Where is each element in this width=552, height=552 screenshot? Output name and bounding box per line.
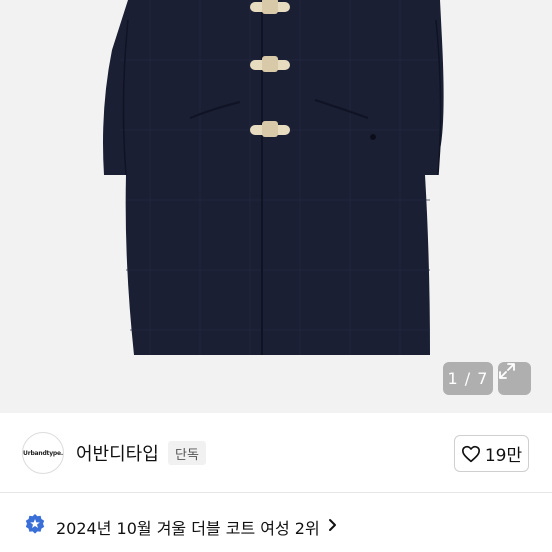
expand-icon (499, 363, 515, 379)
seller-row[interactable]: Urbandtype. 어반디타입 단독 19만 (0, 413, 552, 493)
like-count: 19만 (484, 446, 523, 466)
seller-name[interactable]: 어반디타입 (76, 440, 159, 466)
expand-button[interactable] (498, 362, 531, 395)
ranking-text: 2024년 10월 겨울 더블 코트 여성 2위 (56, 519, 320, 538)
like-button[interactable]: 19만 (454, 435, 529, 472)
seller-logo[interactable]: Urbandtype. (22, 432, 64, 474)
ranking-row[interactable]: 2024년 10월 겨울 더블 코트 여성 2위 (0, 493, 552, 552)
exclusive-badge: 단독 (168, 441, 206, 465)
ranking-badge-icon (25, 514, 45, 534)
heart-icon (461, 445, 480, 462)
product-image[interactable]: 1 / 7 (0, 0, 552, 413)
image-counter: 1 / 7 (443, 362, 493, 395)
coat-image (103, 0, 444, 355)
chevron-right-icon (329, 519, 336, 531)
seller-logo-text: Urbandtype. (23, 449, 63, 457)
